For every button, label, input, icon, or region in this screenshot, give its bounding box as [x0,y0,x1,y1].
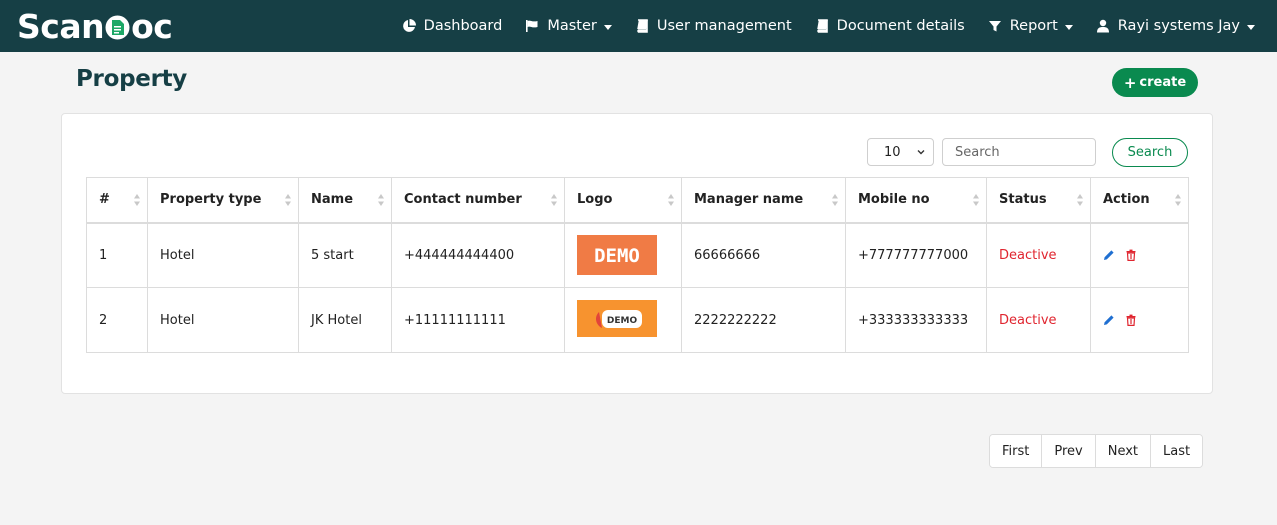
sort-icon [134,194,140,206]
document-o-icon [105,15,130,39]
caret-down-icon [1064,24,1073,30]
nav-master[interactable]: Master [525,18,612,34]
svg-text:DEMO: DEMO [594,245,640,267]
cell-logo: DEMO [564,287,682,353]
flag-icon [526,20,538,32]
cell-contact: +11111111111 [391,287,565,353]
cell-manager: 2222222222 [681,287,846,353]
cell-property-type: Hotel [147,287,299,353]
column-header-index[interactable]: # [86,177,148,224]
search-input[interactable] [942,138,1096,166]
brand-prefix: Scan [17,6,105,46]
column-header-action[interactable]: Action [1090,177,1189,224]
sort-icon [285,194,291,206]
brand-logo[interactable]: Scan oc [17,6,173,46]
column-header-status[interactable]: Status [986,177,1091,224]
sort-icon [1077,194,1083,206]
cell-action [1090,287,1189,353]
column-header-manager-name[interactable]: Manager name [681,177,846,224]
cell-status: Deactive [986,287,1091,353]
sort-icon [378,194,384,206]
column-header-contact-number[interactable]: Contact number [391,177,565,224]
cell-logo: DEMO [564,222,682,288]
plus-icon: + [1123,73,1137,92]
property-logo-image: DEMO [577,235,657,276]
sort-icon [832,194,838,206]
property-table: # Property type Name Contact number Logo… [86,177,1189,353]
property-logo-image: DEMO [577,300,657,340]
table-row: 1 Hotel 5 start +444444444400 DEMO 66666… [86,222,1189,288]
cell-property-type: Hotel [147,222,299,288]
book-icon [637,19,648,33]
page-size-value: 10 [884,144,901,160]
sort-icon [973,194,979,206]
table-header-row: # Property type Name Contact number Logo… [86,177,1189,224]
create-button[interactable]: + create [1112,68,1198,97]
column-header-logo[interactable]: Logo [564,177,682,224]
delete-trash-icon[interactable] [1125,249,1137,262]
cell-name: JK Hotel [298,287,392,353]
pagination-prev-button[interactable]: Prev [1041,435,1095,467]
edit-pencil-icon[interactable] [1103,314,1115,326]
column-header-name[interactable]: Name [298,177,392,224]
nav-document-details[interactable]: Document details [815,18,965,34]
table-row: 2 Hotel JK Hotel +11111111111 DEMO 22222… [86,287,1189,353]
svg-text:DEMO: DEMO [607,316,638,326]
pagination-first-button[interactable]: First [990,435,1042,467]
search-button[interactable]: Search [1112,138,1188,167]
nav-report[interactable]: Report [988,18,1073,34]
sort-icon [551,194,557,206]
status-badge: Deactive [999,247,1057,263]
pagination: First Prev Next Last [989,434,1204,468]
user-icon [1096,19,1109,33]
pagination-last-button[interactable]: Last [1150,435,1203,467]
caret-down-icon [1247,24,1255,30]
nav-menu: Dashboard Master User management Documen… [379,0,1255,52]
edit-pencil-icon[interactable] [1103,249,1115,261]
cell-name: 5 start [298,222,392,288]
sort-icon [1175,194,1181,206]
cell-status: Deactive [986,222,1091,288]
cell-manager: 66666666 [681,222,846,288]
cell-index: 1 [86,222,148,288]
filter-icon [988,21,1001,32]
cell-contact: +444444444400 [391,222,565,288]
column-header-mobile-no[interactable]: Mobile no [845,177,987,224]
cell-mobile: +333333333333 [845,287,987,353]
pagination-next-button[interactable]: Next [1094,435,1151,467]
brand-suffix: oc [131,6,173,46]
page-size-select[interactable]: 10 [867,138,934,166]
page-title: Property [76,66,187,92]
create-button-label: create [1139,75,1187,90]
cell-index: 2 [86,287,148,353]
delete-trash-icon[interactable] [1125,314,1137,326]
column-header-property-type[interactable]: Property type [147,177,299,224]
cell-action [1090,222,1189,288]
chevron-down-icon [917,150,925,155]
cell-mobile: +777777777000 [845,222,987,288]
sort-icon [668,194,674,206]
status-badge: Deactive [999,312,1057,328]
nav-user-management[interactable]: User management [635,18,792,34]
navbar: Scan oc Dashboard Master User management… [0,0,1277,52]
nav-dashboard[interactable]: Dashboard [402,18,502,34]
book-icon [816,19,828,33]
caret-down-icon [603,24,612,30]
nav-user-account[interactable]: Rayi systems Jay [1096,18,1255,34]
pie-chart-icon [402,19,416,32]
